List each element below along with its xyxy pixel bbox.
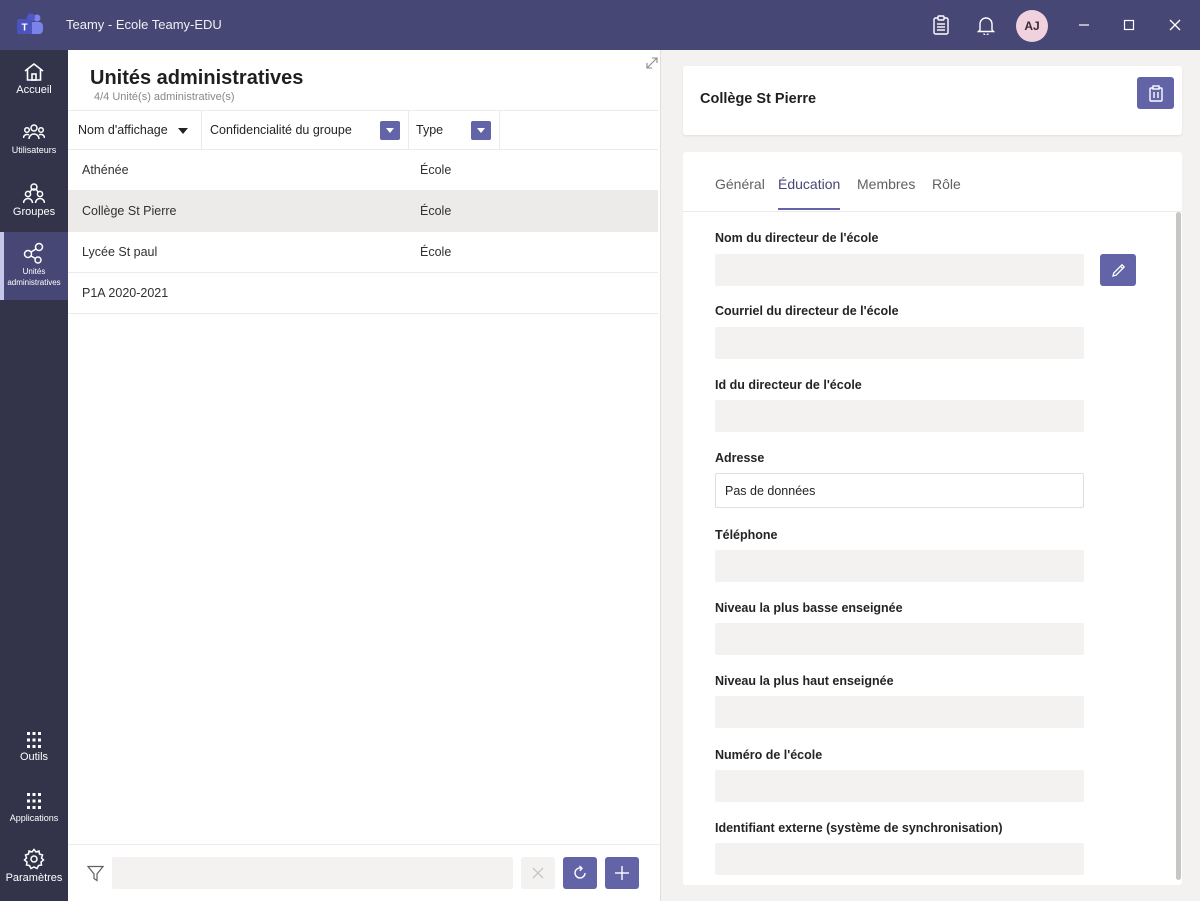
home-icon <box>24 62 44 81</box>
detail-body: Général Éducation Membres Rôle Nom du di… <box>683 152 1182 885</box>
refresh-icon <box>574 865 586 879</box>
field-label: Niveau la plus basse enseignée <box>715 601 903 615</box>
field-label: Téléphone <box>715 528 778 542</box>
principal-email-field[interactable] <box>715 327 1084 359</box>
sort-desc-icon <box>178 128 188 134</box>
plus-icon <box>615 866 629 880</box>
delete-button[interactable] <box>1137 77 1174 109</box>
tab-education[interactable]: Éducation <box>778 176 841 210</box>
window-title: Teamy - Ecole Teamy-EDU <box>66 17 222 32</box>
table-row[interactable]: Lycée St paul École <box>68 232 658 273</box>
title-bar: T Teamy - Ecole Teamy-EDU AJ <box>0 0 1200 50</box>
table-header: Nom d'affichage Confidencialité du group… <box>68 110 658 150</box>
close-icon <box>532 867 544 879</box>
close-icon[interactable] <box>1162 12 1188 38</box>
detail-tabs: Général Éducation Membres Rôle <box>683 152 1182 212</box>
column-header-type[interactable]: Type <box>409 111 500 149</box>
tab-membres[interactable]: Membres <box>857 176 915 192</box>
field-label: Id du directeur de l'école <box>715 378 862 392</box>
tab-role[interactable]: Rôle <box>932 176 961 192</box>
teams-logo-icon: T <box>17 13 45 37</box>
column-filter-button[interactable] <box>380 121 400 140</box>
groups-icon <box>23 183 45 204</box>
rail-label: Utilisateurs <box>11 145 57 155</box>
apps-grid-icon <box>27 793 41 809</box>
detail-header: Collège St Pierre <box>683 66 1182 135</box>
phone-field[interactable] <box>715 550 1084 582</box>
gear-icon <box>23 848 45 870</box>
rail-item-utilisateurs[interactable]: Utilisateurs <box>0 122 68 182</box>
column-header-privacy[interactable]: Confidencialité du groupe <box>202 111 409 149</box>
rail-item-outils[interactable]: Outils <box>0 731 68 791</box>
principal-name-field[interactable] <box>715 254 1084 286</box>
lowest-grade-field[interactable] <box>715 623 1084 655</box>
expand-icon[interactable] <box>645 56 659 70</box>
rail-label: Outils <box>19 751 49 763</box>
refresh-button[interactable] <box>563 857 597 889</box>
rail-item-accueil[interactable]: Accueil <box>0 62 68 122</box>
rail-item-unites-administratives[interactable]: Unités administratives <box>0 232 68 300</box>
rail-label: Paramètres <box>5 872 63 884</box>
field-label: Adresse <box>715 451 765 465</box>
admin-units-icon <box>23 242 44 264</box>
table-row[interactable]: P1A 2020-2021 <box>68 273 658 314</box>
clipboard-delete-icon <box>1148 84 1163 102</box>
rail-label: Groupes <box>12 206 56 218</box>
rail-label: Unités administratives <box>7 267 61 287</box>
avatar[interactable]: AJ <box>1016 10 1048 42</box>
chevron-down-icon <box>477 128 485 133</box>
clear-button[interactable] <box>521 857 555 889</box>
clipboard-icon[interactable] <box>928 12 954 38</box>
bell-icon[interactable] <box>973 12 999 38</box>
rail-label: Accueil <box>16 84 52 96</box>
school-number-field[interactable] <box>715 770 1084 802</box>
rail-item-parametres[interactable]: Paramètres <box>0 848 68 901</box>
detail-title: Collège St Pierre <box>700 91 817 107</box>
table-row[interactable]: Collège St Pierre École <box>68 191 658 232</box>
rail-item-applications[interactable]: Applications <box>0 792 68 852</box>
field-label: Identifiant externe (système de synchron… <box>715 821 1003 835</box>
pencil-icon <box>1111 263 1125 277</box>
users-icon <box>23 124 45 140</box>
field-label: Niveau la plus haut enseignée <box>715 674 894 688</box>
field-label: Courriel du directeur de l'école <box>715 304 899 318</box>
units-count: 4/4 Unité(s) administrative(s) <box>94 91 235 103</box>
search-input[interactable] <box>112 857 513 889</box>
add-button[interactable] <box>605 857 639 889</box>
principal-id-field[interactable] <box>715 400 1084 432</box>
column-header-display-name[interactable]: Nom d'affichage <box>68 111 202 149</box>
list-toolbar <box>68 844 660 901</box>
maximize-icon[interactable] <box>1116 12 1142 38</box>
admin-units-list-panel: Unités administratives 4/4 Unité(s) admi… <box>68 50 661 901</box>
scrollbar[interactable] <box>1176 212 1181 880</box>
external-id-field[interactable] <box>715 843 1084 875</box>
highest-grade-field[interactable] <box>715 696 1084 728</box>
filter-icon <box>86 865 105 887</box>
grid-icon <box>27 732 41 748</box>
field-label: Nom du directeur de l'école <box>715 231 879 245</box>
page-title: Unités administratives <box>90 67 304 89</box>
field-label: Numéro de l'école <box>715 748 823 762</box>
minimize-icon[interactable] <box>1071 12 1097 38</box>
column-filter-button[interactable] <box>471 121 491 140</box>
svg-text:T: T <box>21 23 27 34</box>
chevron-down-icon <box>386 128 394 133</box>
table-row[interactable]: Athénée École <box>68 150 658 191</box>
rail-label: Applications <box>9 813 59 823</box>
tab-general[interactable]: Général <box>715 176 765 192</box>
edit-button[interactable] <box>1100 254 1136 286</box>
address-field[interactable]: Pas de données <box>715 473 1084 508</box>
left-rail: Accueil Utilisateurs Groupes Unités admi… <box>0 50 68 901</box>
